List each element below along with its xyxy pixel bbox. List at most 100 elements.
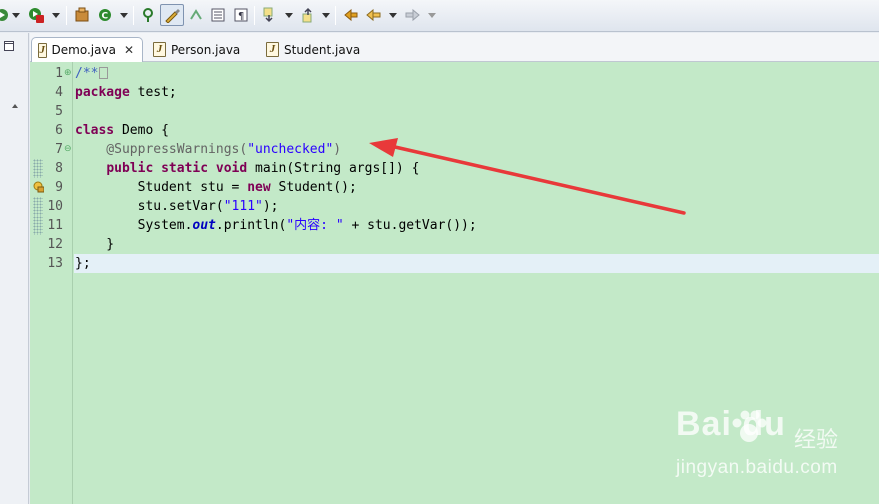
code-line[interactable]: @SuppressWarnings("unchecked") xyxy=(74,140,879,159)
refresh-icon[interactable]: C xyxy=(95,5,115,25)
code-line[interactable]: package test; xyxy=(74,83,879,102)
line-number: 9 xyxy=(55,180,63,195)
line-number: 12 xyxy=(47,237,63,252)
baidu-jingyan-watermark: Bai du 经验 jingyan.baidu.com xyxy=(676,405,876,495)
forward-dropdown-icon[interactable] xyxy=(428,13,436,18)
run-icon[interactable] xyxy=(26,5,46,25)
tab-student-java[interactable]: J Student.java xyxy=(260,37,366,62)
debug-dropdown-icon[interactable] xyxy=(12,13,20,18)
svg-text:C: C xyxy=(102,12,109,22)
tab-label: Person.java xyxy=(171,42,241,57)
previous-annotation-dropdown-icon[interactable] xyxy=(322,13,330,18)
code-line[interactable]: class Demo { xyxy=(74,121,879,140)
code-token: static xyxy=(161,161,209,176)
code-token: ); xyxy=(262,199,279,214)
line-number: 10 xyxy=(47,199,63,214)
editor-tab-bar: J Demo.java ✕ J Person.java J Student.ja… xyxy=(30,33,879,62)
next-annotation-icon[interactable] xyxy=(260,5,278,25)
svg-text:¶: ¶ xyxy=(238,11,244,22)
code-token: new xyxy=(247,180,271,195)
occurrence-marker[interactable] xyxy=(33,216,43,235)
watermark-logo-suffix: 经验 xyxy=(794,427,839,452)
code-line[interactable]: public static void main(String args[]) { xyxy=(74,159,879,178)
line-number: 11 xyxy=(47,218,63,233)
previous-annotation-icon[interactable] xyxy=(299,5,317,25)
scroll-up-icon[interactable] xyxy=(12,104,18,108)
open-type-icon[interactable] xyxy=(139,5,159,25)
code-token: @SuppressWarnings( xyxy=(75,142,248,157)
pilcrow-icon[interactable]: ¶ xyxy=(231,5,251,25)
code-token: public xyxy=(106,161,154,176)
toolbar-separator xyxy=(254,6,255,25)
run-dropdown-icon[interactable] xyxy=(52,13,60,18)
code-token: + stu.getVar()); xyxy=(343,218,477,233)
watermark-logo: Bai du xyxy=(676,405,786,443)
refresh-dropdown-icon[interactable] xyxy=(120,13,128,18)
code-token: class xyxy=(75,123,115,138)
line-number: 1 xyxy=(55,66,63,81)
forward-icon[interactable] xyxy=(403,5,423,25)
code-token: /** xyxy=(75,66,99,81)
code-token: Student(); xyxy=(270,180,357,195)
close-tab-icon[interactable]: ✕ xyxy=(124,43,134,57)
last-edit-icon[interactable] xyxy=(340,5,360,25)
fold-expand-icon[interactable]: ⊕ xyxy=(64,68,72,78)
java-file-icon: J xyxy=(266,42,279,57)
overview-ruler-left xyxy=(30,62,45,504)
code-token: } xyxy=(75,237,115,252)
restore-view-icon[interactable] xyxy=(4,41,14,51)
toolbar-separator xyxy=(133,6,134,25)
code-token: Student stu = xyxy=(75,180,248,195)
code-token: main(String args[]) { xyxy=(247,161,420,176)
left-view-strip xyxy=(0,33,29,504)
tab-person-java[interactable]: J Person.java xyxy=(147,37,246,62)
code-token: stu.setVar( xyxy=(75,199,224,214)
debug-icon[interactable] xyxy=(0,5,10,25)
back-icon[interactable] xyxy=(363,5,383,25)
watermark-url: jingyan.baidu.com xyxy=(676,457,838,478)
code-line[interactable] xyxy=(74,102,879,121)
fold-collapse-icon[interactable]: ⊖ xyxy=(64,144,72,154)
block-selection-icon[interactable] xyxy=(187,5,205,25)
line-number: 4 xyxy=(55,85,63,100)
line-number: 5 xyxy=(55,104,63,119)
next-annotation-dropdown-icon[interactable] xyxy=(285,13,293,18)
code-token: System. xyxy=(75,218,193,233)
code-line[interactable]: /** xyxy=(74,64,879,83)
line-number: 13 xyxy=(47,256,63,271)
show-whitespace-icon[interactable] xyxy=(208,5,228,25)
line-number: 8 xyxy=(55,161,63,176)
code-token: "内容: " xyxy=(286,218,344,233)
collapsed-comment-icon[interactable] xyxy=(99,67,109,79)
main-toolbar: C ¶ xyxy=(0,0,879,32)
code-token: package xyxy=(75,85,130,100)
toolbar-separator xyxy=(66,6,67,25)
code-token: Demo { xyxy=(114,123,169,138)
tab-label: Demo.java xyxy=(51,43,116,57)
toggle-mark-occurrences-icon[interactable] xyxy=(160,4,184,26)
new-class-icon[interactable] xyxy=(72,5,92,25)
code-line[interactable]: System.out.println("内容: " + stu.getVar()… xyxy=(74,216,879,235)
occurrence-marker[interactable] xyxy=(33,197,43,216)
java-file-icon: J xyxy=(38,42,47,58)
code-token: "unchecked" xyxy=(247,142,334,157)
code-line[interactable]: Student stu = new Student(); xyxy=(74,178,879,197)
code-token: void xyxy=(215,161,248,176)
occurrence-marker[interactable] xyxy=(33,159,43,178)
code-token: .println( xyxy=(215,218,287,233)
code-token: out xyxy=(192,218,216,233)
back-dropdown-icon[interactable] xyxy=(389,13,397,18)
java-file-icon: J xyxy=(153,42,166,57)
code-token: }; xyxy=(75,256,91,271)
tab-demo-java[interactable]: J Demo.java ✕ xyxy=(31,37,143,62)
code-line[interactable]: } xyxy=(74,235,879,254)
code-token: "111" xyxy=(223,199,263,214)
code-line[interactable]: stu.setVar("111"); xyxy=(74,197,879,216)
code-token: ) xyxy=(333,142,342,157)
toolbar-separator xyxy=(335,6,336,25)
code-line[interactable]: }; xyxy=(74,254,879,273)
line-number-gutter: 1 4 5 6 7 8 9 10 11 12 13 ⊕ ⊖ xyxy=(44,62,73,504)
